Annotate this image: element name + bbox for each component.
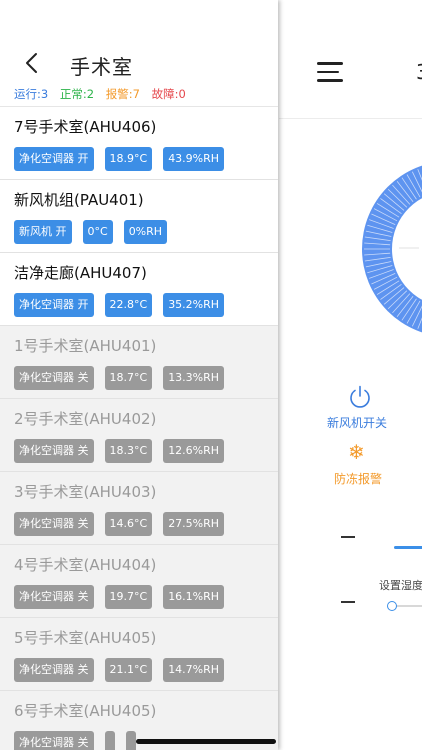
home-indicator[interactable] [136, 739, 276, 744]
device-status-chip: 净化空调器 关 [14, 439, 94, 463]
main-panel: 3 新风机开关 ❄ 防冻报警 设置湿度 [279, 0, 422, 750]
room-status-chips: 净化空调器 关 19.7°C 16.1%RH [14, 585, 235, 609]
room-list-item[interactable]: 1号手术室(AHU401) 净化空调器 关 18.7°C 13.3%RH [0, 326, 278, 399]
humidity-chip: 14.7%RH [163, 658, 225, 682]
back-arrow-icon[interactable] [22, 52, 44, 74]
humidity-chip: 16.1%RH [163, 585, 225, 609]
room-name: 3号手术室(AHU403) [14, 483, 157, 501]
temperature-chip: 22.8°C [104, 293, 153, 317]
menu-icon[interactable] [317, 62, 343, 82]
room-name: 5号手术室(AHU405) [14, 629, 157, 647]
device-status-chip: 净化空调器 关 [14, 512, 94, 536]
room-name: 7号手术室(AHU406) [14, 118, 157, 136]
normal-count: 正常:2 [59, 87, 95, 101]
humidity-chip: 27.5%RH [163, 512, 225, 536]
humidity-setting-label: 设置湿度 [379, 579, 422, 592]
humidity-chip: 0%RH [123, 220, 168, 244]
temperature-decrease-button[interactable] [341, 536, 355, 538]
temperature-chip: 0°C [82, 220, 113, 244]
room-status-chips: 净化空调器 关 14.6°C 27.5%RH [14, 512, 235, 536]
drawer-title: 手术室 [70, 55, 133, 79]
room-name: 洁净走廊(AHU407) [14, 264, 147, 282]
device-status-chip: 净化空调器 关 [14, 658, 94, 682]
room-status-chips: 净化空调器 关 21.1°C 14.7%RH [14, 658, 235, 682]
main-header-divider [279, 118, 422, 119]
temperature-chip: 19.7°C [104, 585, 153, 609]
fault-count: 故障:0 [151, 87, 186, 101]
room-status-chips: 新风机 开 0°C 0%RH [14, 220, 178, 244]
room-list: 7号手术室(AHU406) 净化空调器 开 18.9°C 43.9%RH 新风机组(PA… [0, 107, 278, 750]
freeze-alarm-label: 防冻报警 [334, 472, 383, 486]
alarm-count: 报警:7 [105, 87, 140, 101]
temperature-chip: 21.1°C [104, 658, 153, 682]
room-name: 6号手术室(AHU405) [14, 702, 157, 720]
humidity-chip [125, 731, 136, 750]
device-status-chip: 净化空调器 关 [14, 731, 94, 750]
temperature-chip: 18.9°C [104, 147, 153, 171]
room-list-item[interactable]: 7号手术室(AHU406) 净化空调器 开 18.9°C 43.9%RH [0, 107, 278, 180]
room-list-item[interactable]: 洁净走廊(AHU407) 净化空调器 开 22.8°C 35.2%RH [0, 253, 278, 326]
power-icon[interactable] [347, 384, 373, 410]
room-status-chips: 净化空调器 关 18.7°C 13.3%RH [14, 366, 235, 390]
device-status-chip: 净化空调器 开 [14, 293, 94, 317]
device-status-chip: 新风机 开 [14, 220, 72, 244]
room-name: 新风机组(PAU401) [14, 191, 144, 209]
room-status-chips: 净化空调器 开 18.9°C 43.9%RH [14, 147, 235, 171]
device-status-chip: 净化空调器 开 [14, 147, 94, 171]
device-status-chip: 净化空调器 关 [14, 585, 94, 609]
room-list-item[interactable]: 3号手术室(AHU403) 净化空调器 关 14.6°C 27.5%RH [0, 472, 278, 545]
room-status-chips: 净化空调器 关 18.3°C 12.6%RH [14, 439, 235, 463]
main-title-fragment: 3 [416, 60, 422, 84]
temperature-chip [104, 731, 115, 750]
room-list-item[interactable]: 4号手术室(AHU404) 净化空调器 关 19.7°C 16.1%RH [0, 545, 278, 618]
room-status-chips: 净化空调器 开 22.8°C 35.2%RH [14, 293, 235, 317]
room-status-chips: 净化空调器 关 [14, 731, 147, 750]
room-name: 2号手术室(AHU402) [14, 410, 157, 428]
temperature-chip: 18.3°C [104, 439, 153, 463]
room-list-item[interactable]: 5号手术室(AHU405) 净化空调器 关 21.1°C 14.7%RH [0, 618, 278, 691]
temperature-slider[interactable] [394, 546, 422, 549]
power-switch-label: 新风机开关 [327, 416, 388, 430]
room-name: 1号手术室(AHU401) [14, 337, 157, 355]
temperature-dial[interactable] [361, 160, 422, 338]
room-list-item[interactable]: 2号手术室(AHU402) 净化空调器 关 18.3°C 12.6%RH [0, 399, 278, 472]
room-name: 4号手术室(AHU404) [14, 556, 157, 574]
snowflake-icon: ❄ [348, 440, 365, 464]
status-summary: 运行:3 正常:2 报警:7 故障:0 [14, 86, 194, 102]
humidity-chip: 35.2%RH [163, 293, 225, 317]
humidity-slider-knob[interactable] [387, 601, 397, 611]
running-count: 运行:3 [14, 87, 49, 101]
room-list-item[interactable]: 新风机组(PAU401) 新风机 开 0°C 0%RH [0, 180, 278, 253]
humidity-chip: 43.9%RH [163, 147, 225, 171]
drawer-header: 手术室 运行:3 正常:2 报警:7 故障:0 [0, 0, 278, 106]
humidity-chip: 13.3%RH [163, 366, 225, 390]
room-drawer: 手术室 运行:3 正常:2 报警:7 故障:0 7号手术室(AHU406) 净化空… [0, 0, 278, 750]
temperature-chip: 14.6°C [104, 512, 153, 536]
device-status-chip: 净化空调器 关 [14, 366, 94, 390]
humidity-chip: 12.6%RH [163, 439, 225, 463]
temperature-chip: 18.7°C [104, 366, 153, 390]
humidity-decrease-button[interactable] [341, 601, 355, 603]
